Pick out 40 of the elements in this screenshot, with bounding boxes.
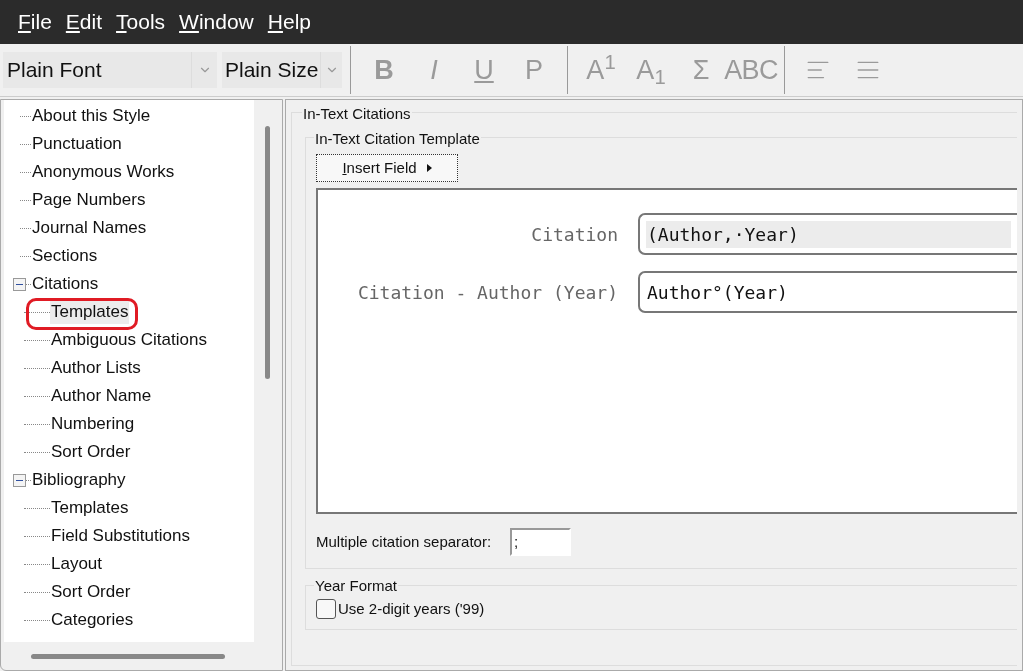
tree-item[interactable]: Ambiguous Citations: [50, 328, 208, 352]
menu-item[interactable]: Edit: [59, 6, 109, 38]
tree-item[interactable]: Anonymous Works: [31, 160, 176, 184]
menu-item[interactable]: File: [12, 6, 58, 38]
tree-item[interactable]: Templates: [50, 496, 130, 520]
tree-item[interactable]: Punctuation: [31, 132, 123, 156]
font-dropdown[interactable]: Plain Font: [3, 52, 217, 88]
separator-label: Multiple citation separator:: [316, 531, 492, 552]
caret-icon: [426, 164, 432, 172]
tree-item[interactable]: Journal Names: [31, 216, 148, 240]
template-field[interactable]: (Author,·Year): [638, 213, 1017, 255]
tree-item[interactable]: Sort Order: [50, 440, 132, 464]
checkbox[interactable]: [316, 599, 336, 620]
size-dropdown[interactable]: Plain Size: [222, 52, 342, 88]
tree-item[interactable]: Sections: [31, 244, 99, 268]
field-label: Citation - Author (Year): [356, 280, 619, 305]
collapse-icon[interactable]: [13, 277, 26, 291]
menu-item[interactable]: Window: [173, 6, 260, 38]
scrollbar[interactable]: [264, 126, 270, 379]
menu-item[interactable]: Help: [261, 6, 317, 38]
insert-field-button[interactable]: Insert Field: [316, 154, 458, 182]
tree-item[interactable]: Numbering: [50, 412, 136, 436]
tree-item[interactable]: Author Lists: [50, 356, 142, 380]
collapse-icon[interactable]: [13, 473, 26, 487]
scrollbar[interactable]: [31, 653, 225, 659]
tree-item[interactable]: Page Numbers: [31, 188, 147, 212]
menu-item[interactable]: Tools: [110, 6, 172, 38]
tree-item[interactable]: Layout: [50, 552, 104, 576]
tree-item[interactable]: Sort Order: [50, 580, 132, 604]
tree-item[interactable]: Field Substitutions: [50, 524, 191, 548]
separator-field[interactable]: ;: [510, 528, 572, 556]
tree-item[interactable]: Templates: [50, 300, 130, 324]
tree-item[interactable]: Citations: [31, 272, 100, 296]
tree-item[interactable]: Bibliography: [31, 468, 127, 492]
tree-item[interactable]: Categories: [50, 608, 135, 632]
checkbox-label: Use 2-digit years ('99): [338, 599, 485, 619]
template-field[interactable]: Author°(Year): [638, 271, 1017, 313]
tree-item[interactable]: About this Style: [31, 104, 152, 128]
field-label: Citation: [530, 222, 619, 247]
tree-item[interactable]: Author Name: [50, 384, 153, 408]
